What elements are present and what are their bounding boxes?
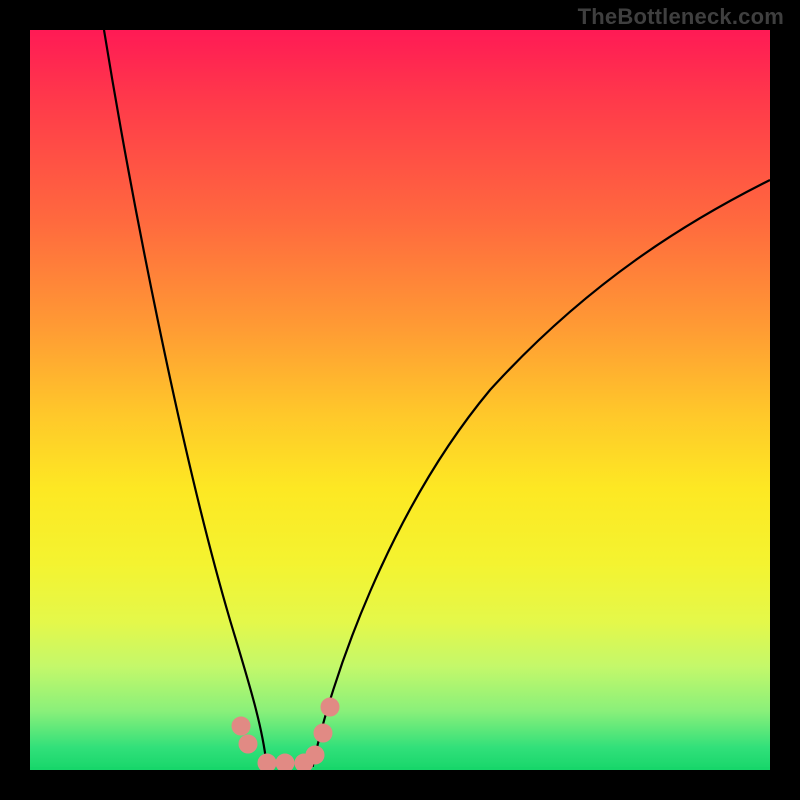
right-curve	[312, 180, 770, 770]
marker-dot	[276, 754, 294, 770]
curve-layer	[30, 30, 770, 770]
marker-dot	[258, 754, 276, 770]
watermark-text: TheBottleneck.com	[578, 4, 784, 30]
marker-dot	[321, 698, 339, 716]
marker-dot	[306, 746, 324, 764]
left-curve	[104, 30, 267, 770]
marker-dots	[232, 698, 339, 770]
chart-stage: TheBottleneck.com	[0, 0, 800, 800]
plot-area	[30, 30, 770, 770]
marker-dot	[232, 717, 250, 735]
marker-dot	[239, 735, 257, 753]
marker-dot	[314, 724, 332, 742]
